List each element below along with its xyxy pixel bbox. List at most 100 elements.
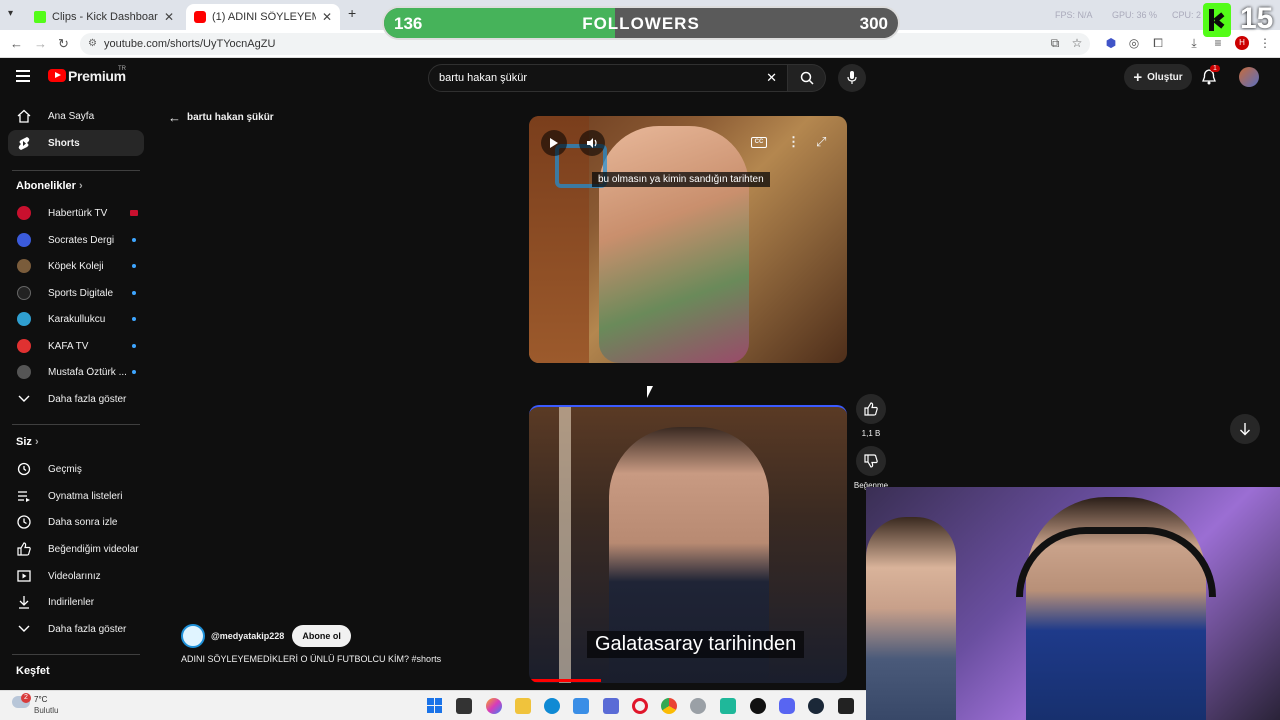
show-more-subscriptions[interactable]: Daha fazla göster: [8, 386, 144, 412]
search-button[interactable]: [788, 64, 826, 92]
sidebar-item-watch-later[interactable]: Daha sonra izle: [8, 509, 144, 535]
play-button[interactable]: [541, 130, 567, 156]
hud-gpu: GPU: 36 %: [1112, 10, 1158, 20]
download-icon[interactable]: ⤓: [1187, 36, 1201, 50]
app-icon[interactable]: [720, 698, 736, 714]
sidebar-item-subscription[interactable]: Sports Digitale: [8, 280, 144, 306]
opera-icon[interactable]: [632, 698, 648, 714]
volume-button[interactable]: [579, 130, 605, 156]
profile-avatar-icon[interactable]: H: [1235, 36, 1249, 50]
next-short-button[interactable]: [1230, 414, 1260, 444]
sidebar-item-subscription[interactable]: KAFA TV: [8, 333, 144, 359]
playlist-icon: [16, 488, 32, 504]
follower-goal: 300: [859, 14, 888, 33]
sidebar-item-subscription[interactable]: Köpek Koleji: [8, 253, 144, 279]
follower-label: FOLLOWERS: [582, 14, 700, 33]
sidebar-item-your-videos[interactable]: Videolarınız: [8, 563, 144, 589]
new-content-dot: [132, 264, 136, 268]
site-info-icon[interactable]: ⚙: [88, 33, 97, 55]
install-app-icon[interactable]: ⧉: [1048, 36, 1062, 50]
extensions-puzzle-icon[interactable]: ⧠: [1151, 36, 1165, 50]
video-progress-bar[interactable]: [529, 679, 601, 682]
tab-kick-dashboard[interactable]: Clips - Kick Dashboard ✕: [26, 4, 182, 30]
sidebar-item-playlists[interactable]: Oynatma listeleri: [8, 483, 144, 509]
menu-kebab-icon[interactable]: ⋮: [1258, 36, 1272, 50]
shorts-icon: [16, 135, 32, 151]
short-video-player[interactable]: CC ⋮ ⤢ bu olmasın ya kimin sandığın tari…: [529, 116, 847, 363]
task-view-icon[interactable]: [456, 698, 472, 714]
sidebar-item-subscription[interactable]: Socrates Dergi: [8, 227, 144, 253]
voice-search-button[interactable]: [838, 64, 866, 92]
sidebar-item-label: Karakullukcu: [48, 313, 106, 325]
forward-arrow-icon[interactable]: →: [34, 36, 47, 51]
captions-icon[interactable]: CC: [751, 137, 767, 148]
windows-start-icon[interactable]: [427, 698, 443, 714]
channel-handle[interactable]: @medyatakip228: [211, 631, 284, 641]
media-control-icon[interactable]: ≡: [1211, 36, 1225, 50]
search-input[interactable]: bartu hakan şükür ✕: [428, 64, 788, 92]
weather-badge: 2: [21, 693, 31, 703]
sidebar-item-label: Videolarınız: [48, 570, 101, 582]
show-more-you[interactable]: Daha fazla göster: [8, 616, 144, 642]
url-text: youtube.com/shorts/UyTYocnAgZU: [104, 38, 276, 50]
sidebar-item-label: Shorts: [48, 137, 80, 149]
edge-icon[interactable]: [544, 698, 560, 714]
close-tab-icon[interactable]: ✕: [322, 10, 332, 24]
tab-list-icon[interactable]: ▾: [8, 8, 13, 19]
dislike-button[interactable]: [856, 446, 886, 476]
sidebar-item-shorts[interactable]: Shorts: [8, 130, 144, 156]
youtube-logo-icon[interactable]: [48, 69, 66, 82]
new-content-dot: [132, 238, 136, 242]
bookmark-star-icon[interactable]: ☆: [1070, 36, 1084, 50]
new-content-dot: [132, 291, 136, 295]
channel-avatar[interactable]: [181, 624, 205, 648]
sidebar-item-label: Ana Sayfa: [48, 110, 95, 122]
kick-logo-icon: [1203, 3, 1231, 37]
avatar[interactable]: [1239, 67, 1259, 87]
sidebar-item-history[interactable]: Geçmiş: [8, 456, 144, 482]
sidebar-item-subscription[interactable]: Habertürk TV: [8, 200, 144, 226]
app-icon[interactable]: [603, 698, 619, 714]
hamburger-menu-icon[interactable]: [16, 70, 30, 82]
sidebar-item-label: KAFA TV: [48, 340, 89, 352]
copilot-icon[interactable]: [486, 698, 502, 714]
sidebar-divider: [12, 170, 140, 171]
subscriptions-heading[interactable]: Abonelikler ›: [16, 180, 83, 192]
back-arrow-icon[interactable]: ←: [10, 36, 23, 51]
chrome-icon[interactable]: [661, 698, 677, 714]
more-options-icon[interactable]: ⋮: [787, 134, 800, 150]
reload-icon[interactable]: ↻: [58, 36, 69, 52]
obs-icon[interactable]: [750, 698, 766, 714]
app-icon[interactable]: [838, 698, 854, 714]
sidebar-item-liked-videos[interactable]: Beğendiğim videolar: [8, 536, 144, 562]
discord-icon[interactable]: [779, 698, 795, 714]
extension-icon[interactable]: ⬢: [1104, 36, 1118, 50]
steam-icon[interactable]: [808, 698, 824, 714]
extension-icon[interactable]: ◎: [1127, 36, 1141, 50]
tab-youtube[interactable]: (1) ADINI SÖYLEYEMEDİKLERİ O ✕: [186, 4, 340, 30]
channel-avatar: [17, 286, 31, 300]
fullscreen-icon[interactable]: ⤢: [816, 134, 826, 150]
settings-gear-icon[interactable]: [690, 698, 706, 714]
sidebar-item-subscription[interactable]: Mustafa Öztürk ...: [8, 359, 144, 385]
close-tab-icon[interactable]: ✕: [164, 10, 174, 24]
store-icon[interactable]: [573, 698, 589, 714]
create-label: Oluştur: [1147, 71, 1183, 83]
chevron-right-icon: ›: [78, 180, 83, 192]
sidebar-item-downloads[interactable]: İndirilenler: [8, 589, 144, 615]
back-arrow-icon: ←: [168, 110, 181, 125]
notifications-button[interactable]: 1: [1202, 65, 1220, 85]
sidebar-item-subscription[interactable]: Karakullukcu: [8, 306, 144, 332]
file-explorer-icon[interactable]: [515, 698, 531, 714]
short-video-player-next[interactable]: Galatasaray tarihinden: [529, 405, 847, 683]
sidebar-item-home[interactable]: Ana Sayfa: [8, 103, 144, 129]
clear-search-icon[interactable]: ✕: [766, 65, 777, 91]
new-tab-button[interactable]: +: [348, 5, 356, 21]
create-button[interactable]: + Oluştur: [1124, 64, 1192, 90]
hud-cpu: CPU: 2: [1172, 10, 1202, 20]
back-to-search[interactable]: ← bartu hakan şükür: [168, 110, 274, 125]
like-button[interactable]: [856, 394, 886, 424]
tab-title: Clips - Kick Dashboard: [52, 11, 158, 23]
you-heading[interactable]: Siz ›: [16, 436, 39, 448]
subscribe-button[interactable]: Abone ol: [292, 625, 351, 647]
